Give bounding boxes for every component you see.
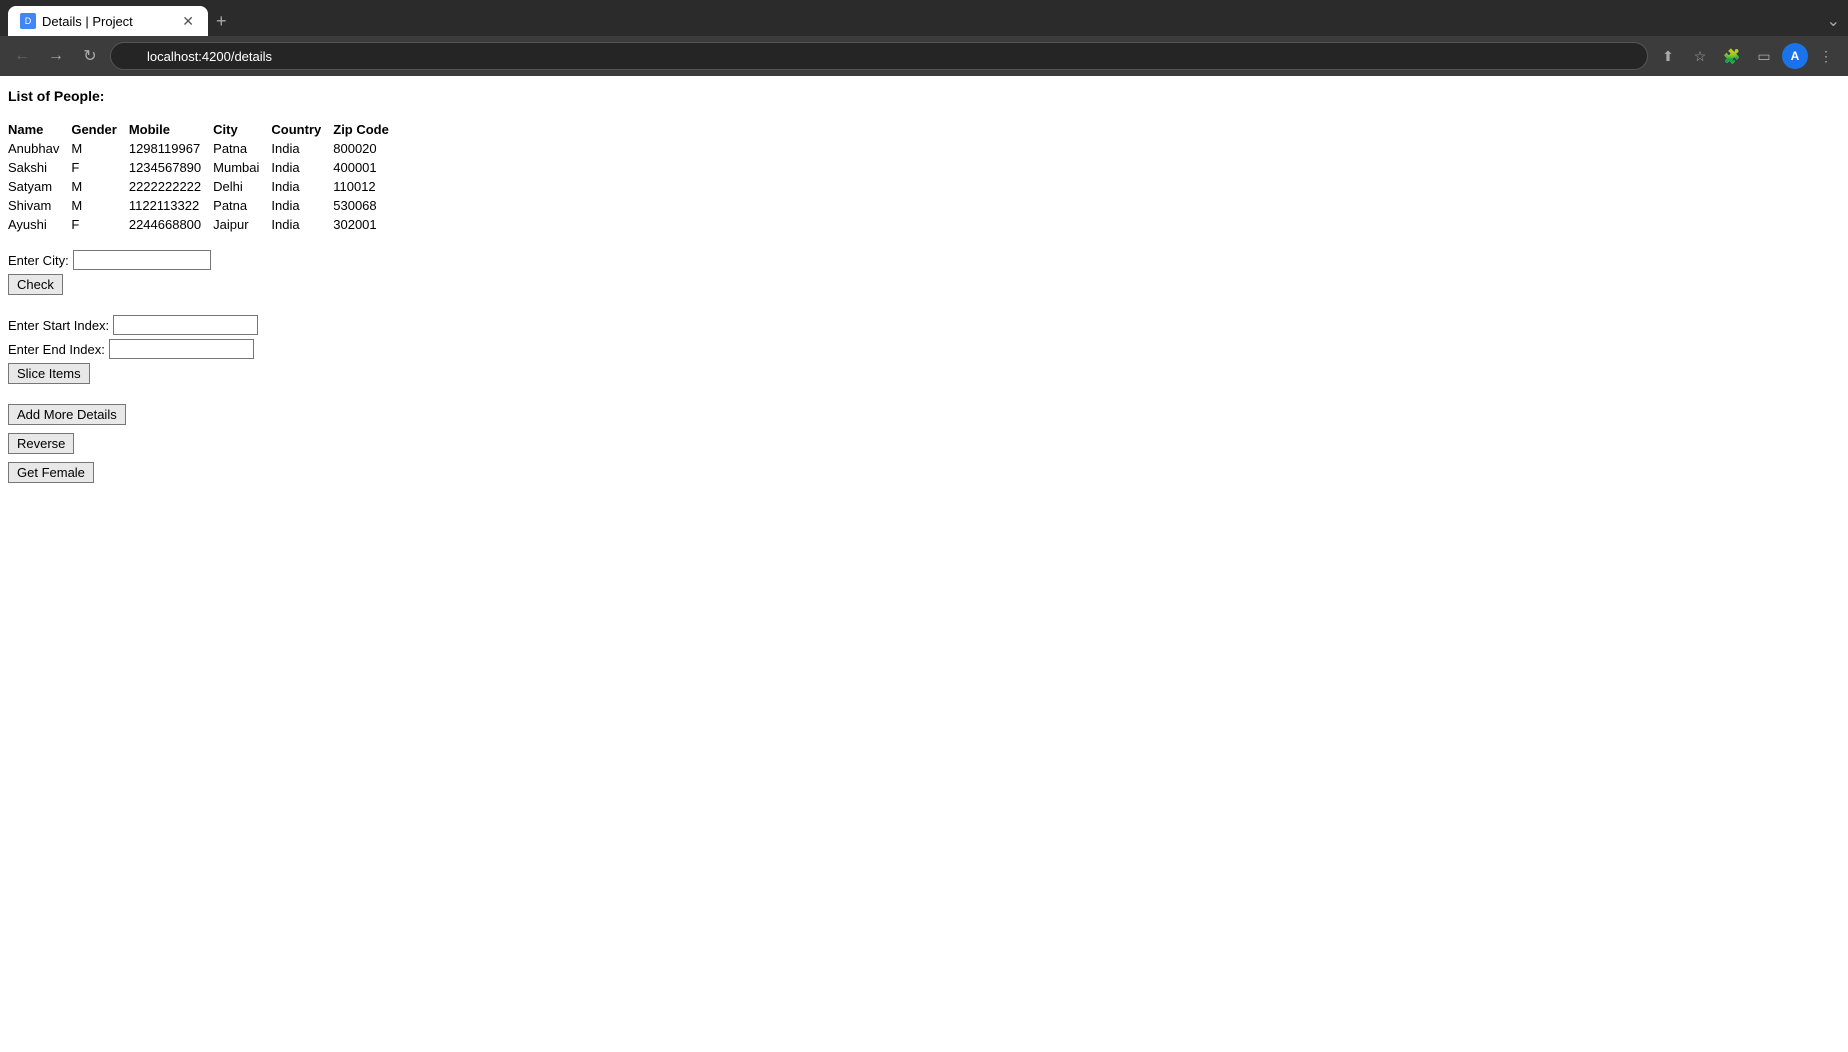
tab-title: Details | Project [42, 14, 133, 29]
table-cell: Mumbai [213, 158, 271, 177]
table-row: AyushiF2244668800JaipurIndia302001 [8, 215, 401, 234]
table-cell: Sakshi [8, 158, 71, 177]
table-cell: India [271, 158, 333, 177]
table-cell: India [271, 139, 333, 158]
table-cell: 110012 [333, 177, 401, 196]
table-cell: 2222222222 [129, 177, 213, 196]
share-button[interactable]: ⬆ [1654, 42, 1682, 70]
table-header-row: Name Gender Mobile City Country Zip Code [8, 120, 401, 139]
table-cell: 2244668800 [129, 215, 213, 234]
table-cell: M [71, 177, 129, 196]
bookmark-button[interactable]: ☆ [1686, 42, 1714, 70]
back-button[interactable]: ← [8, 42, 36, 70]
table-cell: 1122113322 [129, 196, 213, 215]
table-row: ShivamM1122113322PatnaIndia530068 [8, 196, 401, 215]
table-cell: 530068 [333, 196, 401, 215]
table-cell: Ayushi [8, 215, 71, 234]
people-table: Name Gender Mobile City Country Zip Code… [8, 120, 401, 234]
menu-button[interactable]: ⋮ [1812, 42, 1840, 70]
city-form: Enter City: Check [8, 250, 1840, 303]
table-cell: Patna [213, 196, 271, 215]
start-index-input[interactable] [113, 315, 258, 335]
table-cell: India [271, 196, 333, 215]
end-index-label: Enter End Index: [8, 342, 105, 357]
refresh-button[interactable]: ↻ [76, 42, 104, 70]
table-cell: 1234567890 [129, 158, 213, 177]
table-row: SatyamM2222222222DelhiIndia110012 [8, 177, 401, 196]
table-cell: M [71, 139, 129, 158]
slice-items-button[interactable]: Slice Items [8, 363, 90, 384]
browser-chrome: D Details | Project ✕ + ⌄ ← → ↻ ⬆ ☆ 🧩 ▭ … [0, 0, 1848, 76]
new-tab-button[interactable]: + [208, 11, 235, 32]
extensions-button[interactable]: 🧩 [1718, 42, 1746, 70]
get-female-button[interactable]: Get Female [8, 462, 94, 483]
sidebar-toggle-button[interactable]: ▭ [1750, 42, 1778, 70]
start-index-label: Enter Start Index: [8, 318, 109, 333]
tab-close-button[interactable]: ✕ [180, 13, 196, 30]
col-header-city: City [213, 120, 271, 139]
toolbar-icons: ⬆ ☆ 🧩 ▭ A ⋮ [1654, 42, 1840, 70]
page-content: List of People: Name Gender Mobile City … [0, 76, 1848, 503]
end-index-input[interactable] [109, 339, 254, 359]
table-cell: 1298119967 [129, 139, 213, 158]
add-more-details-button[interactable]: Add More Details [8, 404, 126, 425]
start-index-row: Enter Start Index: [8, 315, 1840, 335]
reverse-button[interactable]: Reverse [8, 433, 74, 454]
end-index-row: Enter End Index: [8, 339, 1840, 359]
table-cell: 400001 [333, 158, 401, 177]
tab-menu-button[interactable]: ⌄ [1819, 11, 1848, 31]
table-cell: M [71, 196, 129, 215]
col-header-country: Country [271, 120, 333, 139]
col-header-name: Name [8, 120, 71, 139]
table-cell: Satyam [8, 177, 71, 196]
table-cell: India [271, 215, 333, 234]
table-row: AnubhavM1298119967PatnaIndia800020 [8, 139, 401, 158]
tab-favicon: D [20, 13, 36, 29]
tab-bar: D Details | Project ✕ + ⌄ [0, 0, 1848, 36]
table-cell: 800020 [333, 139, 401, 158]
table-cell: Delhi [213, 177, 271, 196]
table-cell: Jaipur [213, 215, 271, 234]
table-row: SakshiF1234567890MumbaiIndia400001 [8, 158, 401, 177]
col-header-zipcode: Zip Code [333, 120, 401, 139]
table-cell: F [71, 215, 129, 234]
page-title: List of People: [8, 88, 1840, 104]
city-form-row: Enter City: [8, 250, 1840, 270]
city-input[interactable] [73, 250, 211, 270]
table-cell: Patna [213, 139, 271, 158]
table-cell: F [71, 158, 129, 177]
active-tab[interactable]: D Details | Project ✕ [8, 6, 208, 36]
city-label: Enter City: [8, 253, 69, 268]
table-cell: 302001 [333, 215, 401, 234]
profile-button[interactable]: A [1782, 43, 1808, 69]
table-cell: Shivam [8, 196, 71, 215]
col-header-mobile: Mobile [129, 120, 213, 139]
table-cell: India [271, 177, 333, 196]
table-cell: Anubhav [8, 139, 71, 158]
slice-form: Enter Start Index: Enter End Index: Slic… [8, 315, 1840, 392]
address-bar-container [110, 42, 1648, 70]
address-bar[interactable] [110, 42, 1648, 70]
forward-button[interactable]: → [42, 42, 70, 70]
check-button[interactable]: Check [8, 274, 63, 295]
col-header-gender: Gender [71, 120, 129, 139]
browser-toolbar: ← → ↻ ⬆ ☆ 🧩 ▭ A ⋮ [0, 36, 1848, 76]
buttons-section: Add More Details Reverse Get Female [8, 404, 1840, 491]
